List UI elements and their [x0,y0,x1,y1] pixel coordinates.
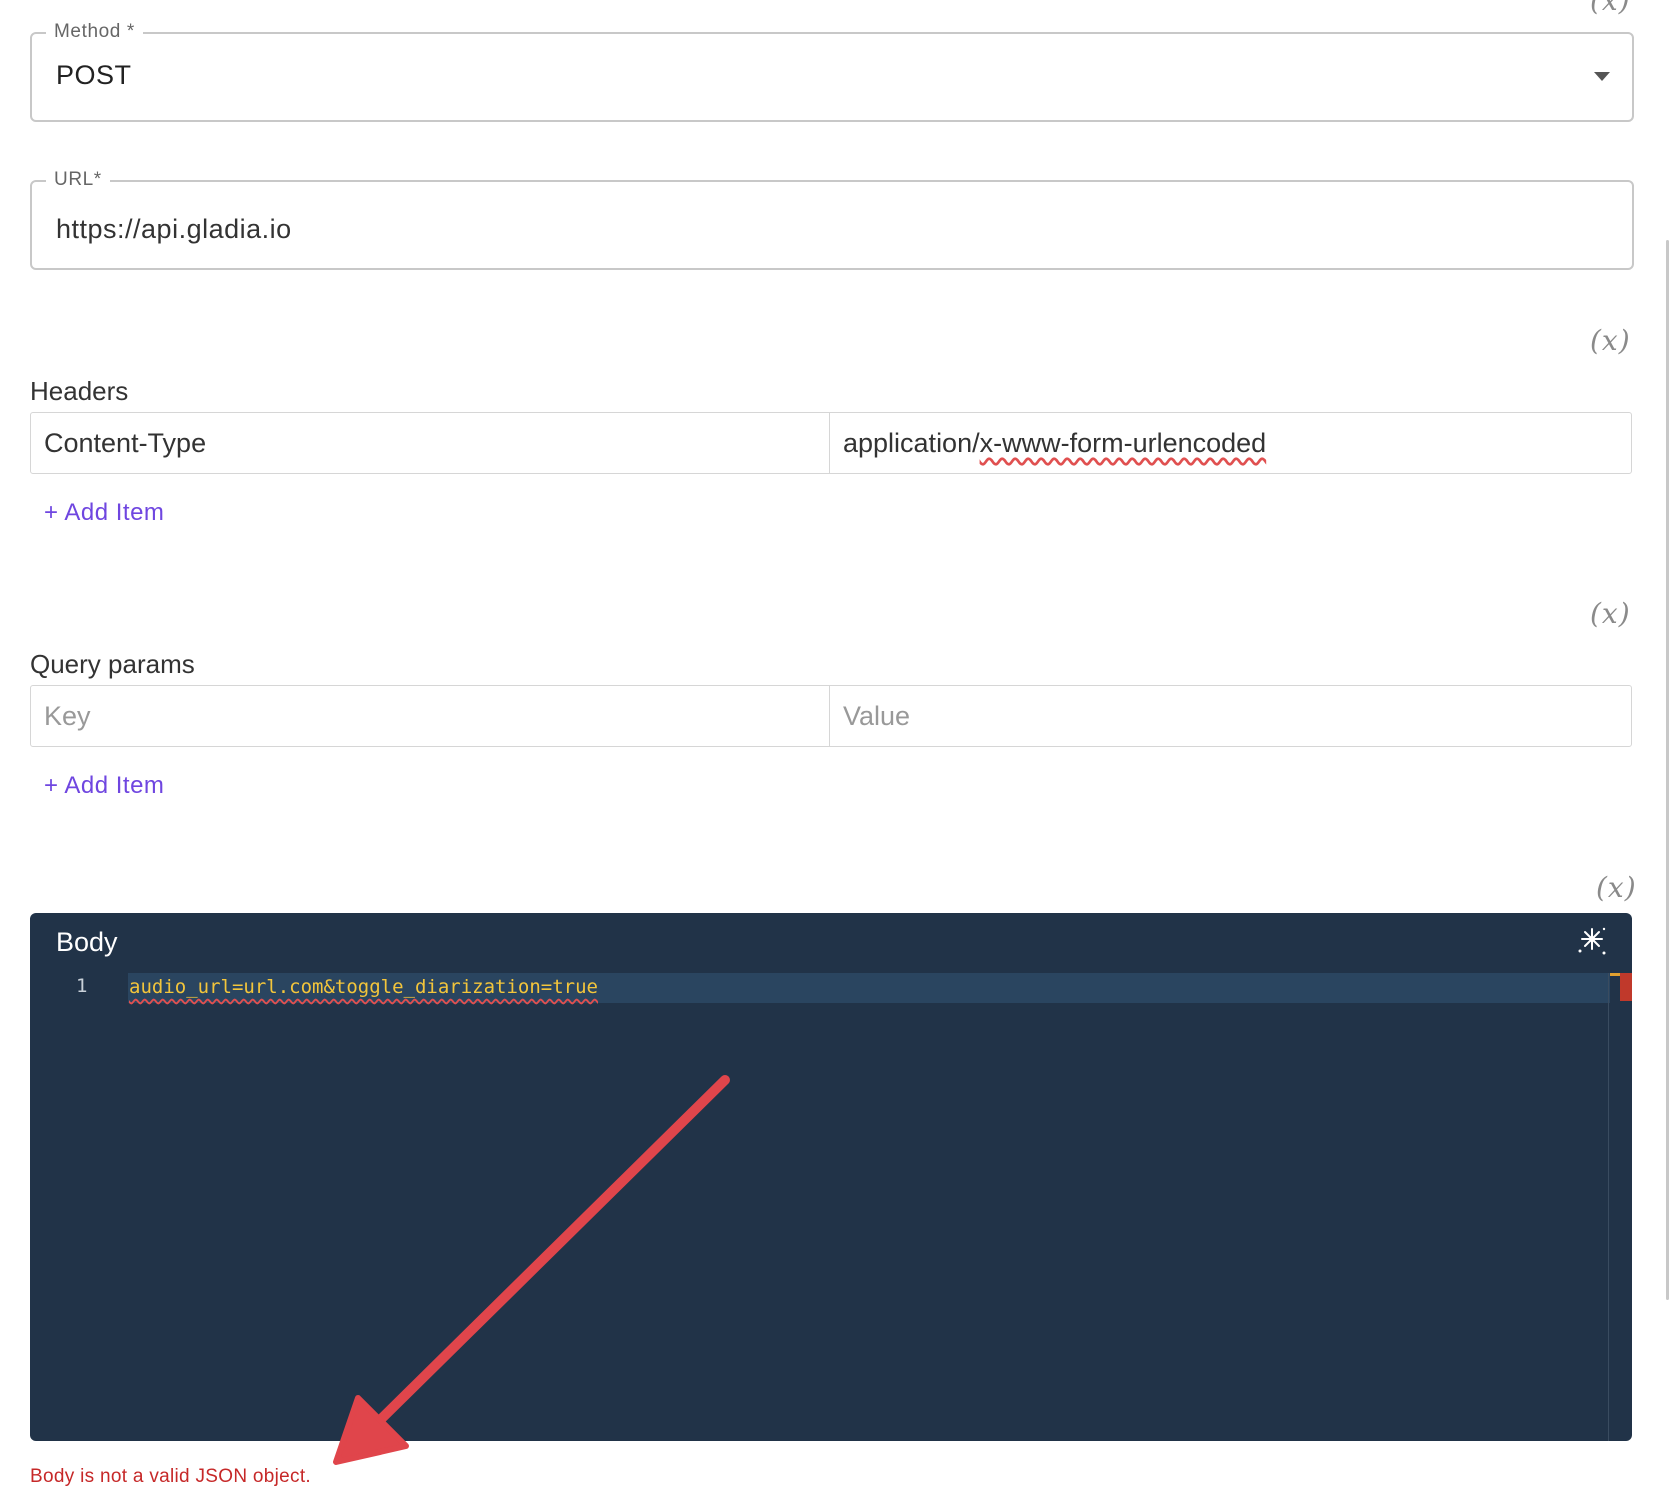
variable-toggle-method[interactable]: (x) [1590,0,1631,17]
url-field[interactable]: URL* https://api.gladia.io [30,169,1634,270]
variable-toggle-query-params[interactable]: (x) [1590,597,1631,630]
url-value[interactable]: https://api.gladia.io [56,214,292,245]
body-code-editor[interactable]: Body 1 audio_url=url.com&toggle_diarizat… [30,913,1632,1441]
variable-toggle-body[interactable]: (x) [1596,871,1637,904]
overview-error-marker [1620,973,1632,1001]
line-number: 1 [76,975,88,997]
headers-title: Headers [30,376,129,406]
magic-wand-icon[interactable] [1574,923,1610,959]
query-value-input[interactable]: Value [830,686,1631,746]
url-label: URL* [46,169,110,191]
method-select[interactable]: Method * POST [30,21,1634,122]
query-key-input[interactable]: Key [31,686,830,746]
method-label: Method * [46,21,143,43]
caret-down-icon[interactable] [1594,72,1610,81]
query-params-add-item-button[interactable]: + Add Item [44,772,164,800]
code-line[interactable]: audio_url=url.com&toggle_diarization=tru… [129,976,598,998]
page-scrollbar[interactable] [1666,240,1669,1300]
header-key-cell[interactable]: Content-Type [31,413,830,473]
body-title: Body [56,927,118,957]
query-params-table: Key Value [30,685,1632,747]
editor-ruler [1608,973,1609,1441]
headers-add-item-button[interactable]: + Add Item [44,499,164,527]
method-value: POST [56,60,132,90]
variable-toggle-headers[interactable]: (x) [1590,324,1631,357]
header-value-prefix: application/ [843,427,980,458]
header-value-cell[interactable]: application/x-www-form-urlencoded [830,413,1631,473]
header-value-flagged: x-www-form-urlencoded [979,427,1267,458]
headers-table: Content-Type application/x-www-form-urle… [30,412,1632,474]
query-params-title: Query params [30,649,195,679]
body-error-message: Body is not a valid JSON object. [30,1466,312,1487]
